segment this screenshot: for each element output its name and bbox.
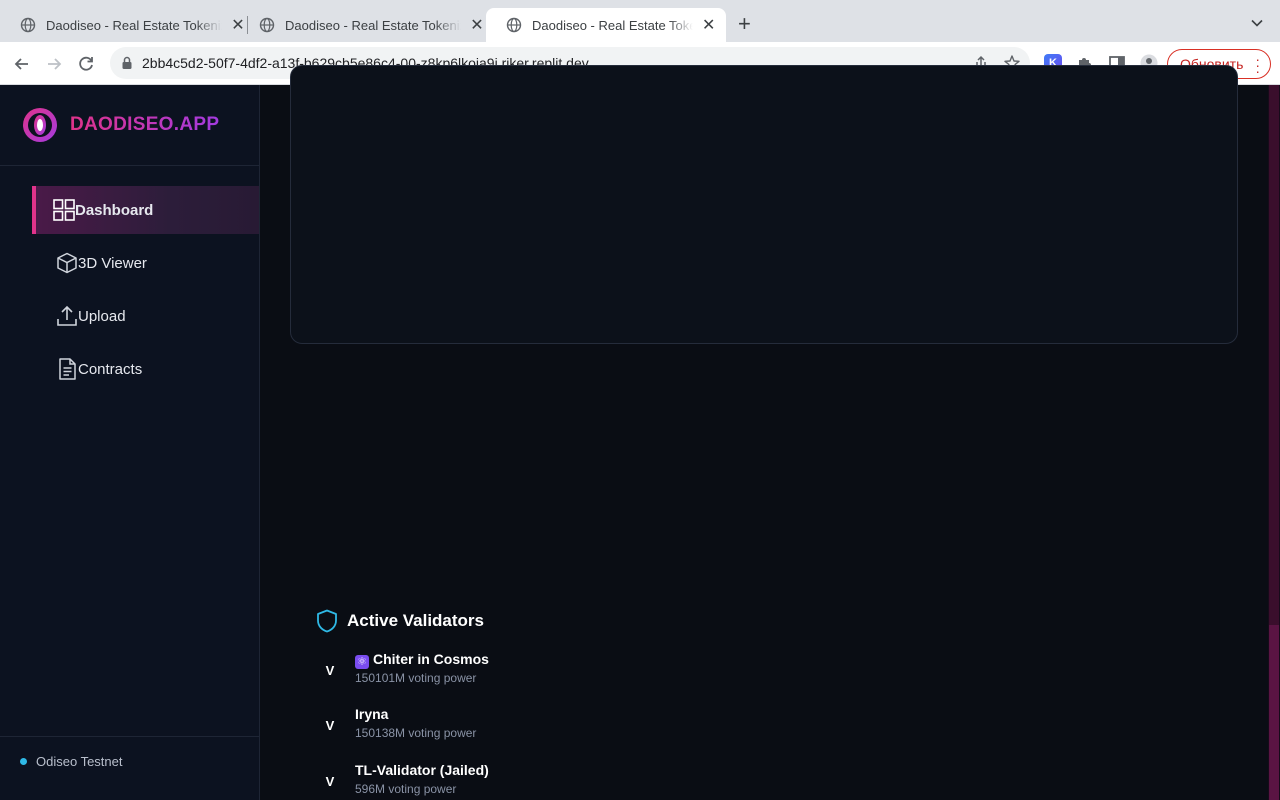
browser-tab-1[interactable]: Daodiseo - Real Estate Tokenization ✕: [0, 8, 256, 42]
browser-tab-bar: Daodiseo - Real Estate Tokenization ✕ Da…: [0, 0, 1280, 42]
globe-icon: [259, 17, 275, 33]
validator-avatar: V: [325, 774, 335, 789]
back-arrow-icon[interactable]: [11, 53, 33, 75]
cube-icon: [57, 252, 77, 274]
sidebar-item-3d-viewer[interactable]: 3D Viewer: [32, 239, 259, 287]
sidebar-item-label: Upload: [78, 307, 126, 325]
reload-icon[interactable]: [75, 53, 97, 75]
validator-voting-power: 150138M voting power: [355, 726, 477, 740]
sidebar-item-upload[interactable]: Upload: [32, 292, 259, 340]
validators-title: Active Validators: [347, 611, 485, 630]
upload-icon: [57, 305, 77, 326]
tab-title: Daodiseo - Real Estate Tokenization: [532, 17, 694, 33]
grid-icon: [53, 199, 75, 221]
sidebar-item-dashboard[interactable]: Dashboard: [32, 186, 259, 234]
sidebar-item-label: Contracts: [78, 360, 143, 378]
sidebar-item-label: Dashboard: [75, 201, 154, 219]
validator-voting-power: 596M voting power: [355, 782, 457, 796]
divider: [0, 165, 259, 166]
validator-row[interactable]: V ⚛ Chiter in Cosmos 150101M voting power: [316, 651, 816, 691]
globe-icon: [20, 17, 36, 33]
scrollbar-thumb[interactable]: [1269, 625, 1279, 800]
validator-voting-power: 150101M voting power: [355, 671, 477, 685]
sidebar-item-contracts[interactable]: Contracts: [32, 345, 259, 393]
brand[interactable]: DAODISEO.APP: [22, 107, 219, 143]
page-scrollbar[interactable]: [1268, 85, 1280, 800]
document-icon: [59, 358, 76, 380]
validator-name: TL-Validator (Jailed): [355, 762, 489, 778]
sidebar-item-label: 3D Viewer: [78, 254, 147, 272]
new-tab-icon[interactable]: +: [738, 13, 751, 35]
brand-name: DAODISEO.APP: [70, 114, 220, 135]
browser-tab-2[interactable]: Daodiseo - Real Estate Tokenization ✕: [239, 8, 495, 42]
atom-emoji-icon: ⚛: [355, 655, 369, 669]
app-root: DAODISEO.APP Dashboard 3D Viewer Upload …: [0, 65, 1280, 800]
validator-name-text: Chiter in Cosmos: [373, 651, 489, 667]
validator-avatar: V: [325, 663, 335, 678]
validator-row[interactable]: V TL-Validator (Jailed) 596M voting powe…: [316, 762, 816, 800]
validator-name: ⚛ Chiter in Cosmos: [355, 651, 489, 669]
active-validators-section: Active Validators V ⚛ Chiter in Cosmos 15…: [316, 609, 916, 796]
chevron-down-icon[interactable]: [1250, 16, 1264, 30]
kebab-menu-icon[interactable]: · · ·: [1255, 52, 1260, 78]
validator-name: Iryna: [355, 706, 389, 722]
validator-row[interactable]: V Iryna 150138M voting power: [316, 706, 816, 746]
sidebar: DAODISEO.APP Dashboard 3D Viewer Upload …: [0, 85, 260, 800]
validators-header: Active Validators: [316, 609, 916, 633]
status-dot: [20, 758, 27, 765]
globe-icon: [506, 17, 522, 33]
validator-avatar: V: [325, 718, 335, 733]
dashboard-card: [290, 65, 1238, 344]
lock-icon[interactable]: [121, 56, 133, 70]
daodiseo-logo-icon: [23, 108, 57, 142]
network-status: Odiseo Testnet: [0, 736, 259, 800]
close-tab-icon[interactable]: ✕: [701, 15, 716, 35]
tab-title: Daodiseo - Real Estate Tokenization: [46, 17, 222, 33]
main-content: [260, 65, 1280, 800]
forward-arrow-icon[interactable]: [43, 53, 65, 75]
network-label: Odiseo Testnet: [36, 754, 123, 769]
close-tab-icon[interactable]: ✕: [469, 15, 485, 35]
browser-tab-3-active[interactable]: Daodiseo - Real Estate Tokenization ✕: [486, 8, 726, 42]
tab-title: Daodiseo - Real Estate Tokenization: [285, 17, 461, 33]
shield-icon: [317, 609, 337, 633]
